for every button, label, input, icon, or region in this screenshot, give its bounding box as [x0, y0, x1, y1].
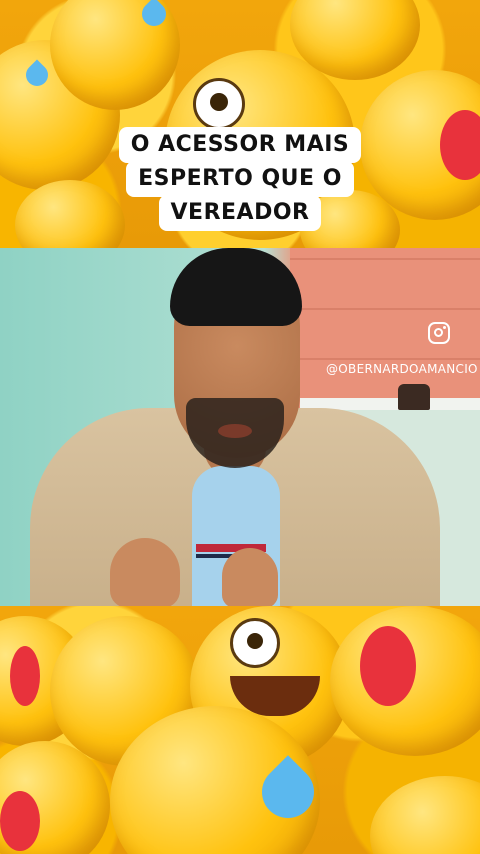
hair: [170, 248, 302, 326]
instagram-handle[interactable]: @OBERNARDOAMANCIO: [326, 362, 478, 376]
big-laugh-emoji: [370, 776, 480, 854]
speaker: [0, 248, 480, 606]
caption-line-1: O ACESSOR MAIS: [118, 127, 362, 163]
instagram-icon[interactable]: [428, 322, 450, 344]
caption-box: O ACESSOR MAIS ESPERTO QUE O VEREADOR: [0, 127, 480, 231]
left-hand: [110, 538, 180, 606]
caption-line-3: VEREADOR: [158, 195, 322, 231]
mouth: [218, 424, 252, 438]
caption-line-2: ESPERTO QUE O: [126, 161, 354, 197]
bottom-emoji-background: [0, 606, 480, 854]
right-hand: [222, 548, 278, 606]
video-frame[interactable]: @OBERNARDOAMANCIO: [0, 248, 480, 606]
tears-of-joy-emoji: [330, 606, 480, 756]
